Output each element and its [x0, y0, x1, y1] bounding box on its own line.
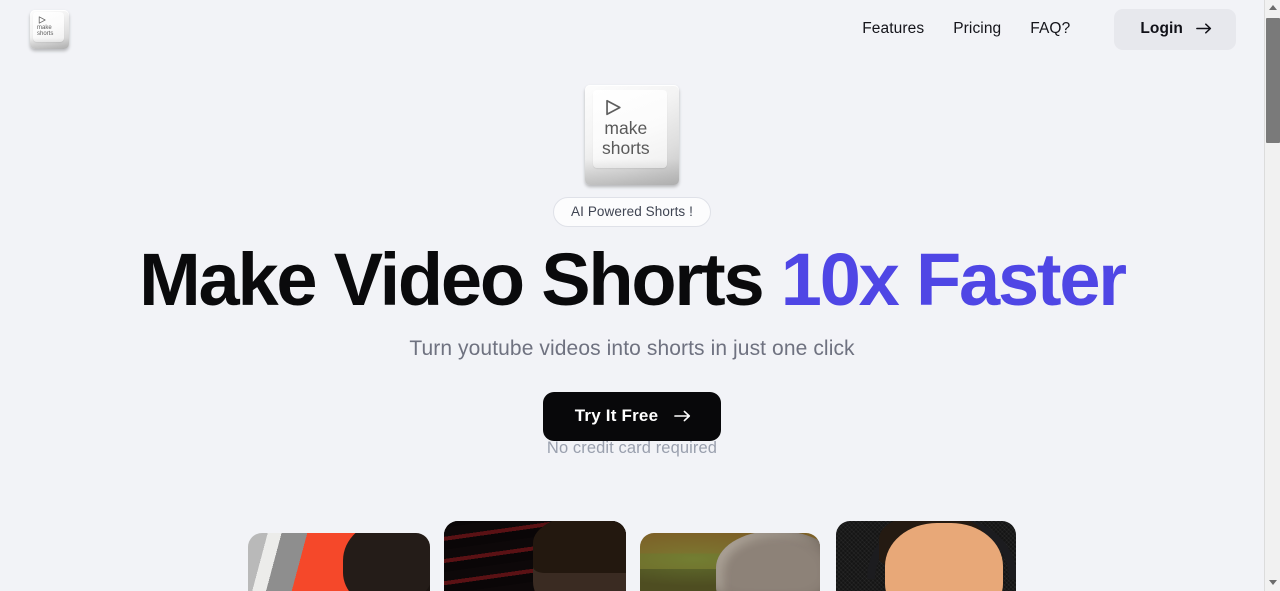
thumbnail-subject — [715, 533, 820, 591]
ai-powered-badge: AI Powered Shorts ! — [553, 197, 711, 227]
navbar-left: make shorts — [30, 9, 69, 49]
video-thumbnail-2[interactable] — [444, 521, 626, 591]
video-thumbnail-4[interactable] — [836, 521, 1016, 591]
try-it-free-label: Try It Free — [574, 406, 659, 425]
logo[interactable]: make shorts — [30, 9, 69, 49]
hero-logo: make shorts — [585, 85, 679, 185]
navbar-right: Features Pricing FAQ? Login — [862, 8, 1236, 50]
scrollbar-thumb[interactable] — [1266, 18, 1280, 143]
nav-link-features[interactable]: Features — [862, 20, 924, 38]
nav-link-pricing[interactable]: Pricing — [953, 20, 1001, 38]
navbar: make shorts Features Pricing FAQ? Login — [0, 0, 1264, 58]
scroll-up-arrow-icon[interactable] — [1265, 0, 1280, 16]
hero-logo-wrap: make shorts — [0, 85, 1264, 185]
page-subtitle: Turn youtube videos into shorts in just … — [409, 337, 855, 360]
thumbnail-subject — [342, 533, 430, 591]
thumbnail-image — [640, 533, 820, 591]
thumbnail-subject — [884, 523, 1003, 591]
thumbnail-image — [248, 533, 430, 591]
nav-link-faq[interactable]: FAQ? — [1030, 20, 1070, 38]
logo-text: make shorts — [37, 24, 54, 38]
try-it-free-button[interactable]: Try It Free — [542, 392, 722, 441]
scroll-down-arrow-icon[interactable] — [1265, 575, 1280, 591]
login-button[interactable]: Login — [1114, 8, 1236, 50]
thumbnail-subject-hair — [533, 521, 626, 573]
play-triangle-icon — [606, 99, 621, 116]
headline-accent: 10x Faster — [780, 238, 1127, 321]
hero-logo-text: make shorts — [602, 118, 650, 158]
arrow-right-icon — [674, 410, 691, 422]
vertical-scrollbar[interactable] — [1264, 0, 1280, 591]
arrow-right-icon — [1196, 23, 1212, 34]
thumbnail-image — [444, 521, 626, 591]
page-title: Make Video Shorts 10x Faster — [0, 240, 1264, 320]
thumbnail-image — [836, 521, 1016, 591]
video-thumbnail-1[interactable] — [248, 533, 430, 591]
no-credit-card-note: No credit card required — [546, 439, 718, 457]
headline-plain: Make Video Shorts — [139, 238, 781, 321]
play-triangle-icon — [38, 15, 46, 24]
page-viewport: make shorts Features Pricing FAQ? Login — [0, 0, 1264, 591]
cta-wrap: Try It Free — [0, 392, 1264, 441]
video-thumbnail-3[interactable] — [640, 533, 820, 591]
login-button-label: Login — [1140, 19, 1183, 37]
